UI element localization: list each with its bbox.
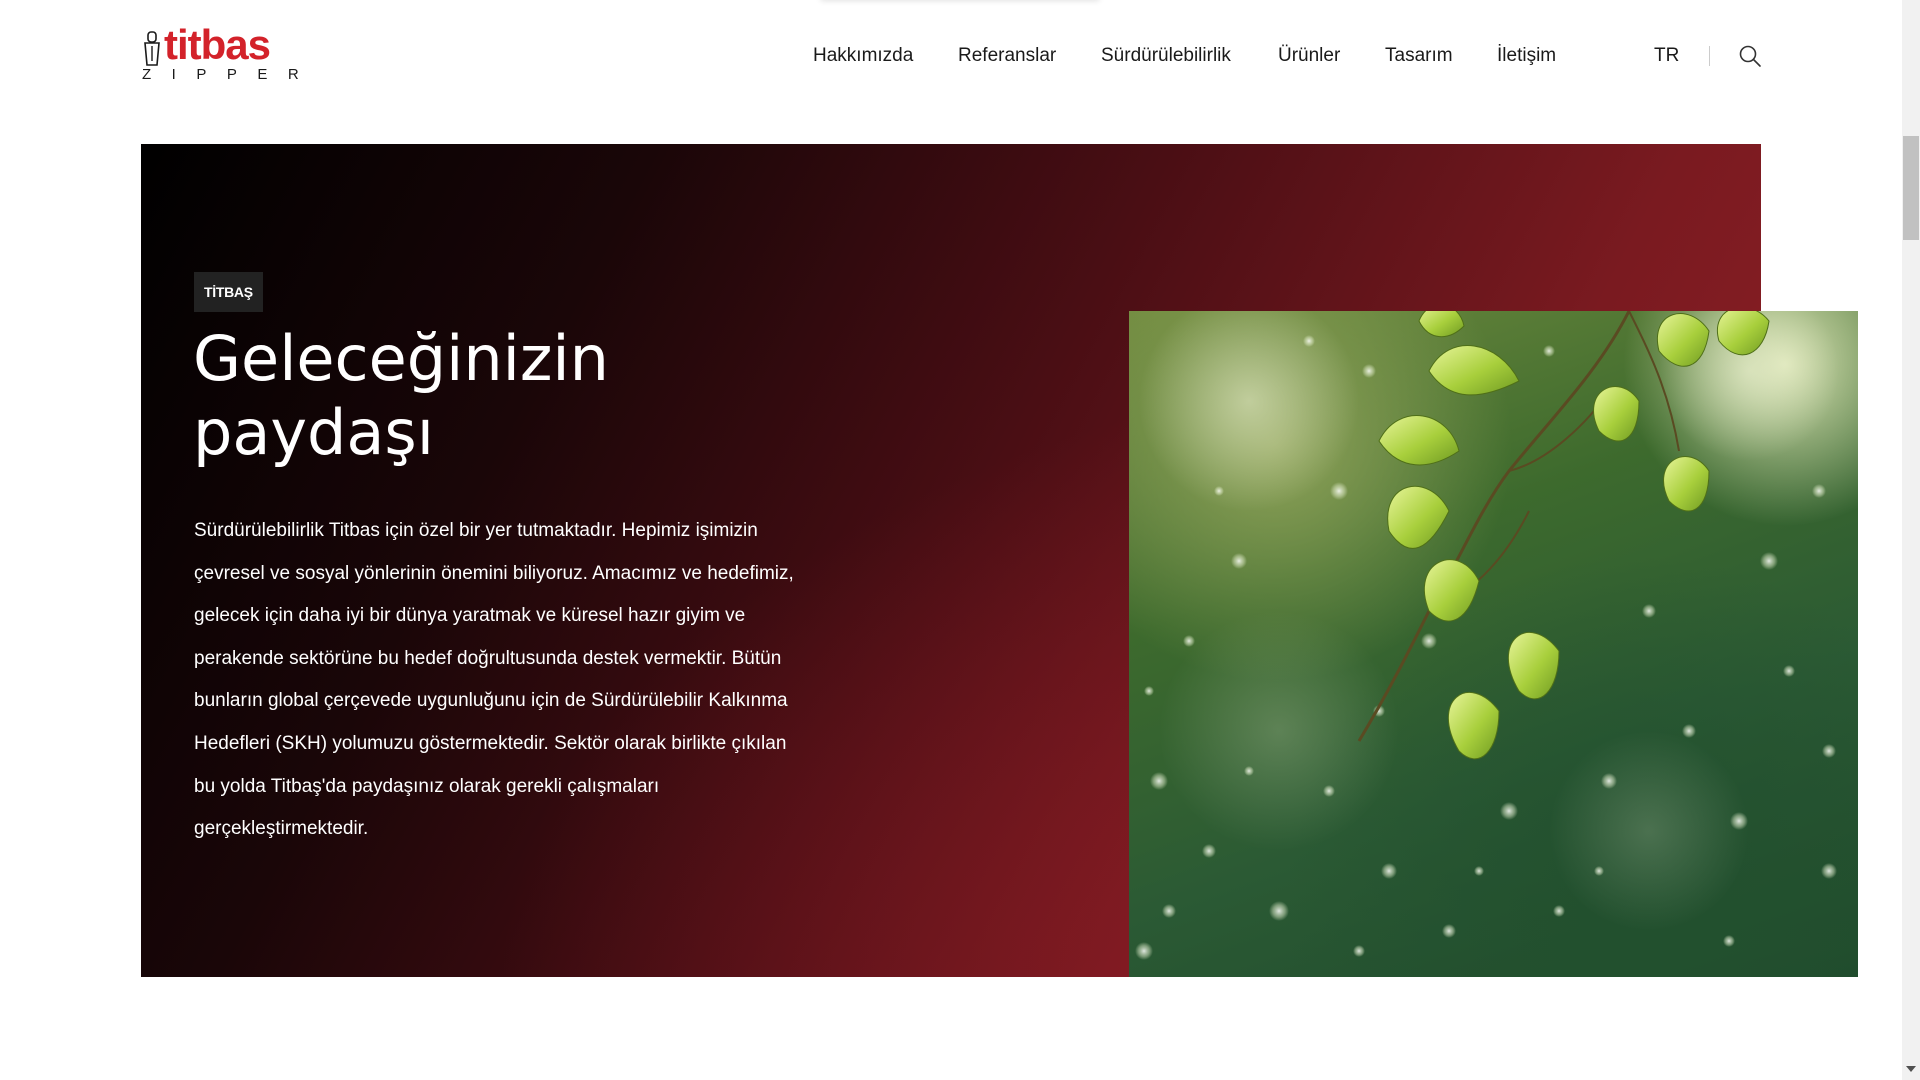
header-divider (1709, 46, 1710, 66)
scroll-down-arrow-icon[interactable] (1906, 1066, 1916, 1072)
scrollbar-thumb[interactable] (1903, 136, 1919, 240)
nav-item-design[interactable]: Tasarım (1385, 42, 1453, 70)
leaves-bokeh-image (1135, 311, 1839, 960)
hero-photo (1129, 311, 1858, 977)
logo-subtitle: ZIPPER (142, 66, 320, 83)
nav-item-sustainability[interactable]: Sürdürülebilirlik (1101, 42, 1231, 70)
search-icon[interactable] (1738, 44, 1762, 68)
nav-item-contact[interactable]: İletişim (1497, 42, 1556, 70)
hero-body: Sürdürülebilirlik Titbas için özel bir y… (194, 520, 794, 840)
site-header: titbas ZIPPER Hakkımızda Referanslar Sür… (0, 0, 1902, 112)
logo[interactable]: titbas ZIPPER (140, 24, 302, 84)
language-switcher[interactable]: TR (1654, 42, 1679, 70)
hero-tag: TİTBAŞ (194, 272, 263, 312)
nav-item-about[interactable]: Hakkımızda (813, 42, 913, 70)
logo-word: titbas (164, 21, 271, 68)
hero-title-line2: paydaşı (193, 396, 434, 469)
nav-item-references[interactable]: Referanslar (958, 42, 1056, 70)
hero-title-line1: Geleceğinizin (193, 322, 609, 395)
zipper-icon (144, 31, 160, 66)
nav-item-products[interactable]: Ürünler (1278, 42, 1340, 70)
hero-title: Geleceğinizin paydaşı (193, 322, 893, 470)
